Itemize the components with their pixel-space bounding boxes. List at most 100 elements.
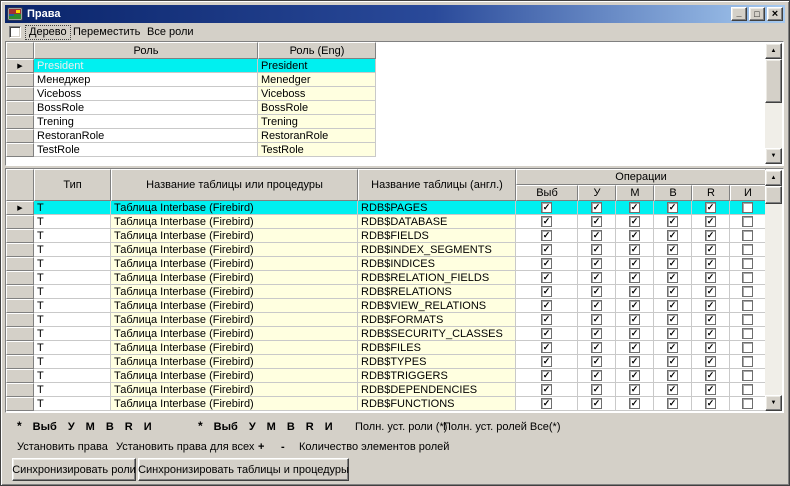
op-checkbox-cell[interactable] [730, 201, 766, 215]
op-checkbox-cell[interactable]: ✓ [616, 383, 654, 397]
op-checkbox[interactable] [742, 328, 753, 339]
tables-row[interactable]: TТаблица Interbase (Firebird)RDB$FUNCTIO… [6, 397, 783, 411]
op-checkbox[interactable] [742, 370, 753, 381]
op-checkbox[interactable]: ✓ [591, 244, 602, 255]
full-set-role-label[interactable]: Полн. уст. роли (*) [355, 421, 447, 433]
op-checkbox[interactable]: ✓ [705, 286, 716, 297]
op-checkbox[interactable]: ✓ [667, 314, 678, 325]
op-checkbox-cell[interactable]: ✓ [692, 341, 730, 355]
op-checkbox-cell[interactable]: ✓ [692, 201, 730, 215]
op-checkbox-cell[interactable]: ✓ [516, 201, 578, 215]
table-name-eng-cell[interactable]: RDB$VIEW_RELATIONS [358, 299, 516, 313]
op-checkbox-cell[interactable]: ✓ [692, 369, 730, 383]
op-checkbox-cell[interactable]: ✓ [616, 243, 654, 257]
op-checkbox-cell[interactable]: ✓ [578, 341, 616, 355]
op-checkbox-cell[interactable]: ✓ [516, 341, 578, 355]
op-checkbox-cell[interactable]: ✓ [692, 229, 730, 243]
role-eng-cell[interactable]: Trening [258, 115, 376, 129]
op-checkbox[interactable]: ✓ [629, 230, 640, 241]
tables-row[interactable]: TТаблица Interbase (Firebird)RDB$RELATIO… [6, 271, 783, 285]
table-name-eng-cell[interactable]: RDB$RELATION_FIELDS [358, 271, 516, 285]
op-checkbox-cell[interactable] [730, 341, 766, 355]
op-checkbox-cell[interactable] [730, 229, 766, 243]
op-checkbox[interactable]: ✓ [667, 202, 678, 213]
op-checkbox-cell[interactable]: ✓ [578, 327, 616, 341]
scroll-up-icon[interactable]: ▲ [765, 43, 782, 59]
op-checkbox-cell[interactable]: ✓ [578, 397, 616, 411]
roles-row[interactable]: ▶PresidentPresident [6, 59, 783, 73]
roles-row[interactable]: RestoranRoleRestoranRole [6, 129, 783, 143]
op-checkbox-cell[interactable]: ✓ [516, 355, 578, 369]
op-checkbox-cell[interactable]: ✓ [654, 201, 692, 215]
op-checkbox[interactable]: ✓ [541, 216, 552, 227]
op-label[interactable]: У [68, 421, 75, 433]
op-checkbox[interactable]: ✓ [705, 314, 716, 325]
table-name-eng-cell[interactable]: RDB$DATABASE [358, 215, 516, 229]
table-name-cell[interactable]: Таблица Interbase (Firebird) [111, 313, 358, 327]
op-checkbox-cell[interactable]: ✓ [516, 229, 578, 243]
op-checkbox[interactable]: ✓ [591, 314, 602, 325]
op-checkbox[interactable]: ✓ [591, 370, 602, 381]
op-checkbox[interactable]: ✓ [591, 258, 602, 269]
tables-row[interactable]: TТаблица Interbase (Firebird)RDB$FIELDS✓… [6, 229, 783, 243]
tables-row[interactable]: TТаблица Interbase (Firebird)RDB$VIEW_RE… [6, 299, 783, 313]
op-checkbox[interactable]: ✓ [591, 216, 602, 227]
op-checkbox[interactable]: ✓ [591, 286, 602, 297]
op-checkbox[interactable]: ✓ [629, 258, 640, 269]
minus-label[interactable]: - [281, 441, 285, 453]
move-label[interactable]: Переместить [73, 26, 140, 38]
roles-row[interactable]: TestRoleTestRole [6, 143, 783, 157]
table-name-eng-cell[interactable]: RDB$RELATIONS [358, 285, 516, 299]
table-name-eng-cell[interactable]: RDB$INDEX_SEGMENTS [358, 243, 516, 257]
op-checkbox[interactable]: ✓ [629, 398, 640, 409]
op-checkbox-cell[interactable] [730, 369, 766, 383]
type-cell[interactable]: T [34, 341, 111, 355]
table-name-cell[interactable]: Таблица Interbase (Firebird) [111, 215, 358, 229]
op-checkbox-cell[interactable]: ✓ [654, 355, 692, 369]
op-checkbox[interactable]: ✓ [591, 300, 602, 311]
roles-row[interactable]: МенеджерMenedger [6, 73, 783, 87]
tree-checkbox-label[interactable]: Дерево [26, 26, 70, 39]
table-name-eng-cell[interactable]: RDB$FORMATS [358, 313, 516, 327]
op-checkbox-cell[interactable]: ✓ [692, 313, 730, 327]
op-checkbox-cell[interactable]: ✓ [654, 215, 692, 229]
table-name-cell[interactable]: Таблица Interbase (Firebird) [111, 285, 358, 299]
type-cell[interactable]: T [34, 299, 111, 313]
roles-row[interactable]: VicebossViceboss [6, 87, 783, 101]
full-set-roles-all-label[interactable]: Полн. уст. ролей Все(*) [443, 421, 561, 433]
op-checkbox[interactable]: ✓ [667, 356, 678, 367]
op-checkbox[interactable]: ✓ [541, 258, 552, 269]
op-label[interactable]: М [267, 421, 276, 433]
op-checkbox[interactable]: ✓ [541, 314, 552, 325]
type-cell[interactable]: T [34, 327, 111, 341]
op-checkbox[interactable]: ✓ [629, 286, 640, 297]
op-label[interactable]: И [325, 421, 333, 433]
tables-row[interactable]: TТаблица Interbase (Firebird)RDB$DATABAS… [6, 215, 783, 229]
op-label[interactable]: У [249, 421, 256, 433]
op-checkbox-cell[interactable]: ✓ [654, 285, 692, 299]
op-checkbox-cell[interactable]: ✓ [578, 285, 616, 299]
op-label[interactable]: Выб [33, 421, 57, 433]
op-checkbox-cell[interactable]: ✓ [692, 243, 730, 257]
op-label[interactable]: R [125, 421, 133, 433]
op-checkbox-cell[interactable]: ✓ [692, 257, 730, 271]
op-checkbox-cell[interactable]: ✓ [692, 215, 730, 229]
table-name-cell[interactable]: Таблица Interbase (Firebird) [111, 257, 358, 271]
tables-scrollbar[interactable]: ▲ ▼ [765, 170, 782, 411]
type-cell[interactable]: T [34, 243, 111, 257]
scroll-up-icon[interactable]: ▲ [765, 170, 782, 186]
op-checkbox-cell[interactable] [730, 383, 766, 397]
set-rights-all-label[interactable]: Установить права для всех [116, 441, 254, 453]
table-name-eng-cell[interactable]: RDB$INDICES [358, 257, 516, 271]
op-checkbox-cell[interactable]: ✓ [516, 215, 578, 229]
op-checkbox[interactable]: ✓ [541, 230, 552, 241]
op-checkbox-cell[interactable]: ✓ [616, 215, 654, 229]
op-checkbox[interactable]: ✓ [629, 356, 640, 367]
op-checkbox-cell[interactable]: ✓ [516, 327, 578, 341]
op-checkbox[interactable]: ✓ [541, 202, 552, 213]
table-name-cell[interactable]: Таблица Interbase (Firebird) [111, 397, 358, 411]
op-checkbox[interactable]: ✓ [705, 258, 716, 269]
op-checkbox[interactable]: ✓ [541, 286, 552, 297]
role-cell[interactable]: Менеджер [34, 73, 258, 87]
table-name-eng-cell[interactable]: RDB$TRIGGERS [358, 369, 516, 383]
